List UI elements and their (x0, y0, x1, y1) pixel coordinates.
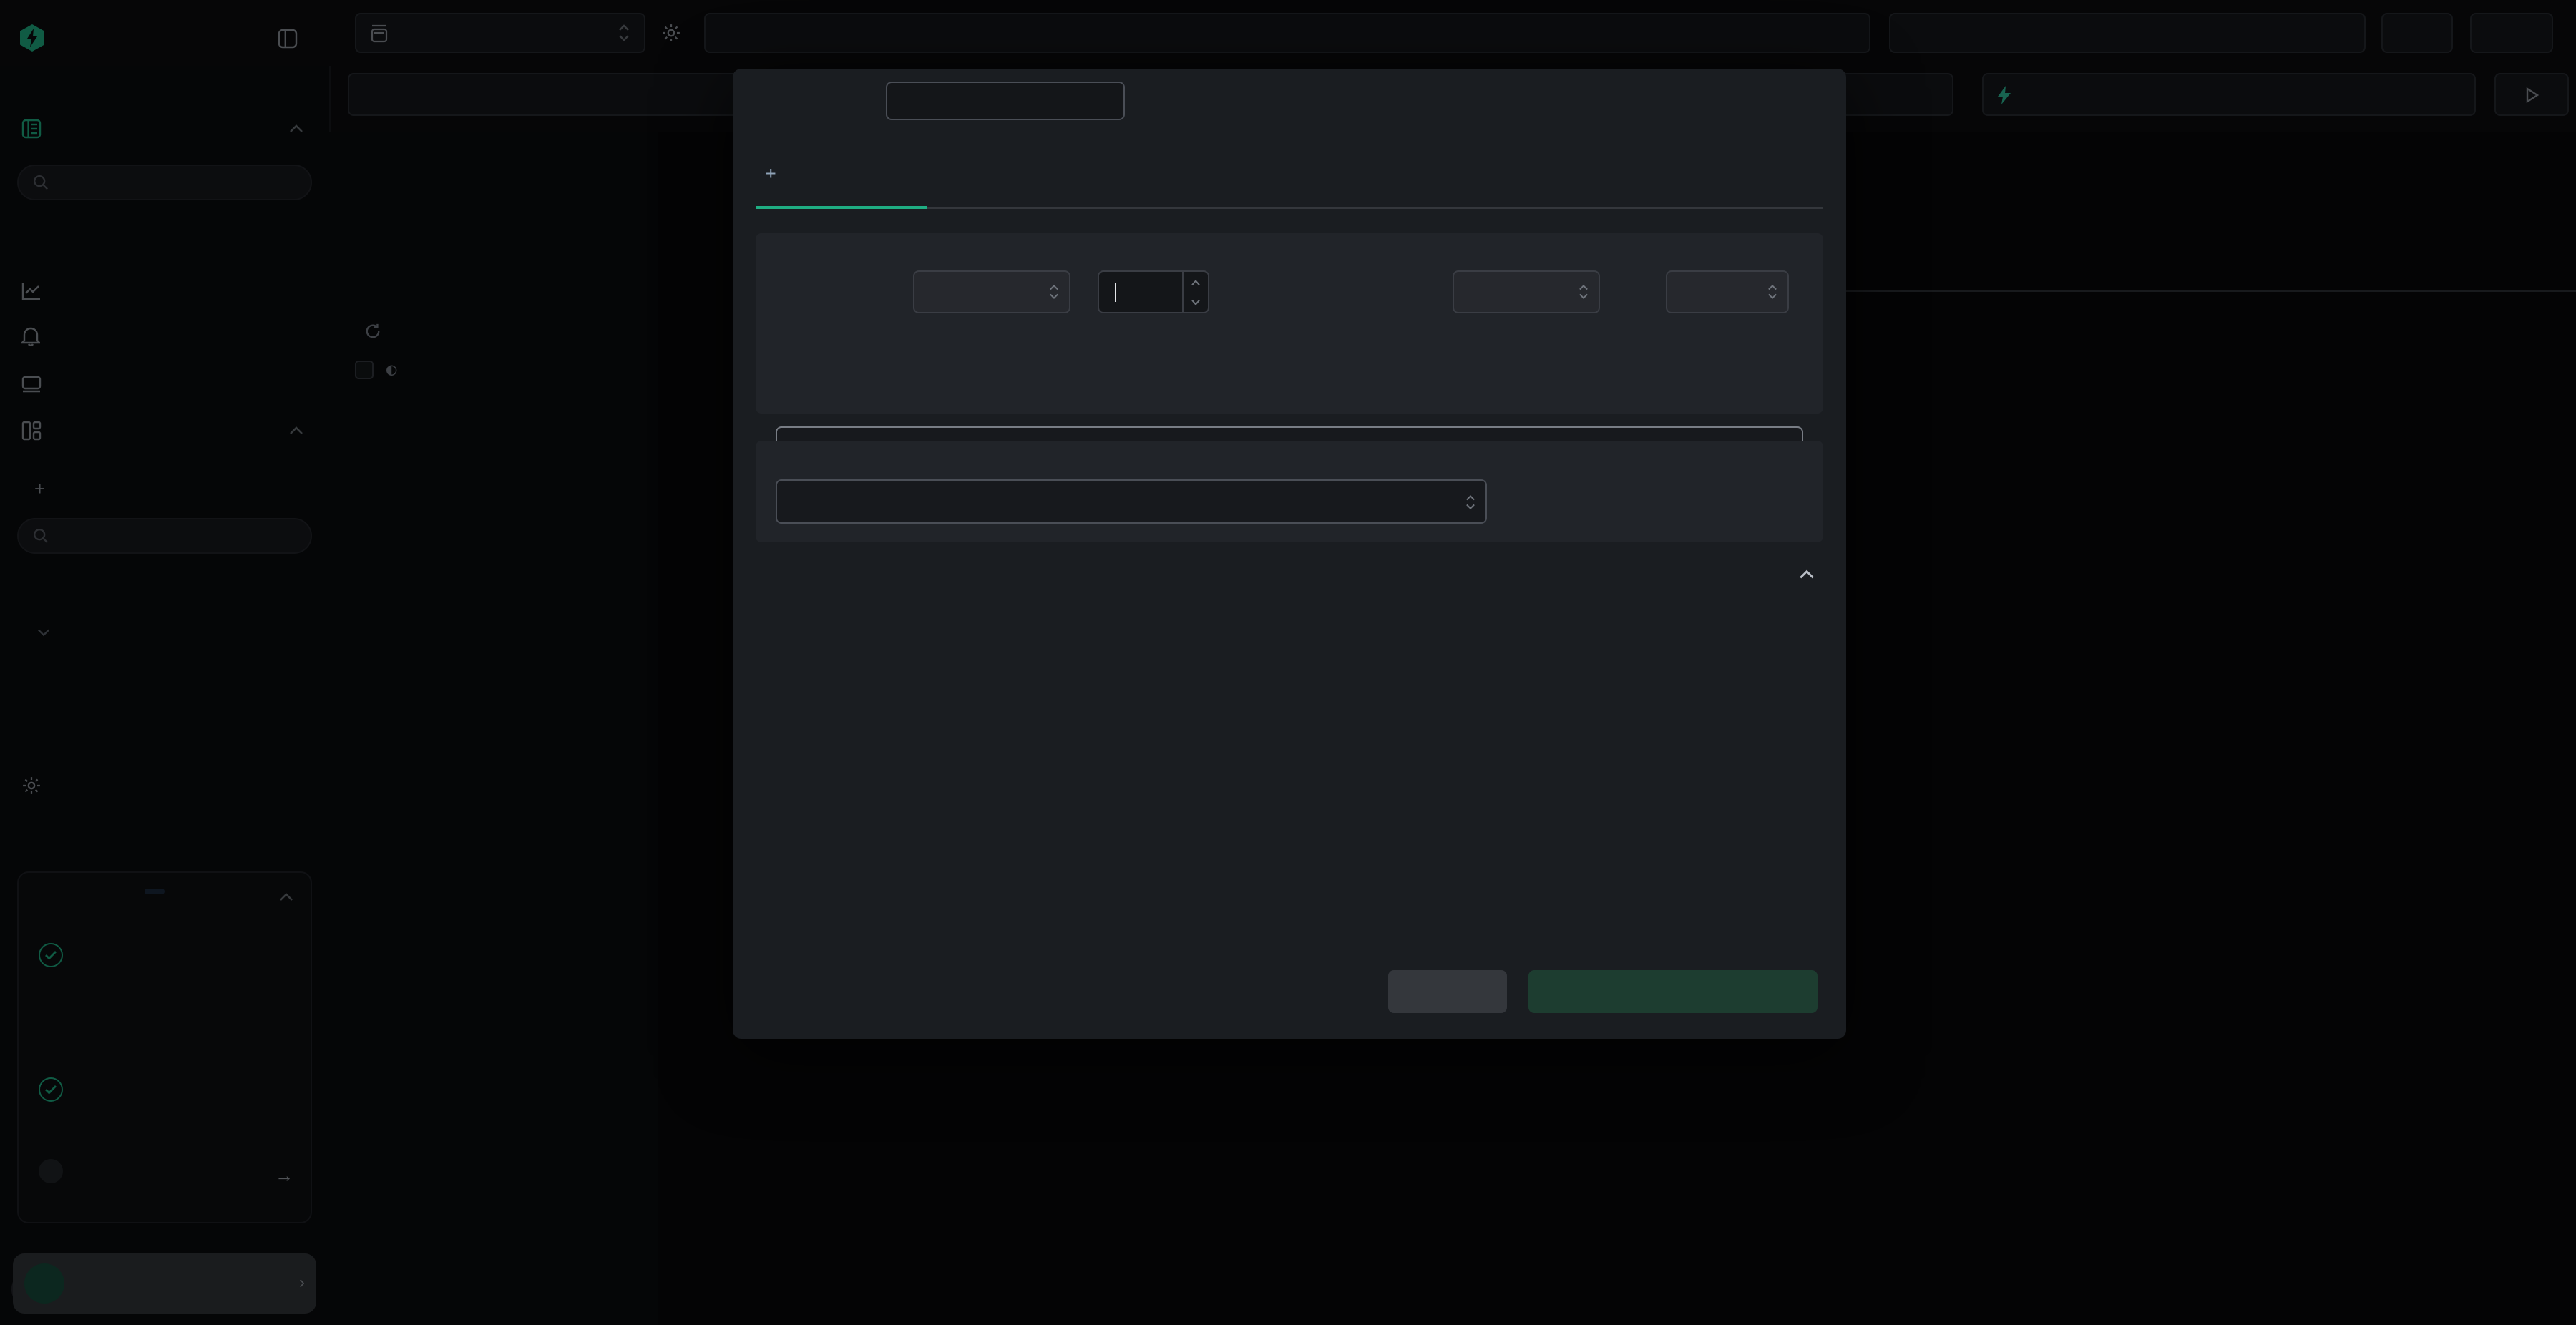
save-search-with-alert-button[interactable] (1528, 970, 1818, 1013)
cancel-button[interactable] (1388, 970, 1507, 1013)
chevron-updown-icon (1049, 283, 1059, 300)
trigger-panel (756, 233, 1823, 466)
saved-search-name-input[interactable] (886, 82, 1125, 120)
channel-select[interactable] (1666, 270, 1789, 313)
hyperdx-app: + → › ◐ + (0, 0, 2576, 1325)
chevron-updown-icon (1767, 283, 1777, 300)
chevron-updown-icon (1465, 493, 1475, 510)
plus-icon: + (766, 163, 776, 183)
tab-new-alert[interactable]: + (766, 163, 784, 183)
threshold-value-input[interactable] (1098, 270, 1209, 313)
active-tab-indicator (756, 206, 927, 209)
webhook-select[interactable] (776, 479, 1487, 524)
collapse-chevron-icon[interactable] (1799, 569, 1815, 580)
chevron-down-icon[interactable] (1191, 298, 1201, 305)
number-spinner[interactable] (1182, 272, 1208, 312)
chevron-updown-icon (1579, 283, 1589, 300)
chevron-up-icon[interactable] (1191, 278, 1201, 285)
create-alert-modal: + (733, 69, 1846, 1039)
send-to-panel (756, 441, 1823, 542)
time-window-select[interactable] (1453, 270, 1600, 313)
text-caret (1115, 283, 1116, 301)
condition-select[interactable] (913, 270, 1070, 313)
